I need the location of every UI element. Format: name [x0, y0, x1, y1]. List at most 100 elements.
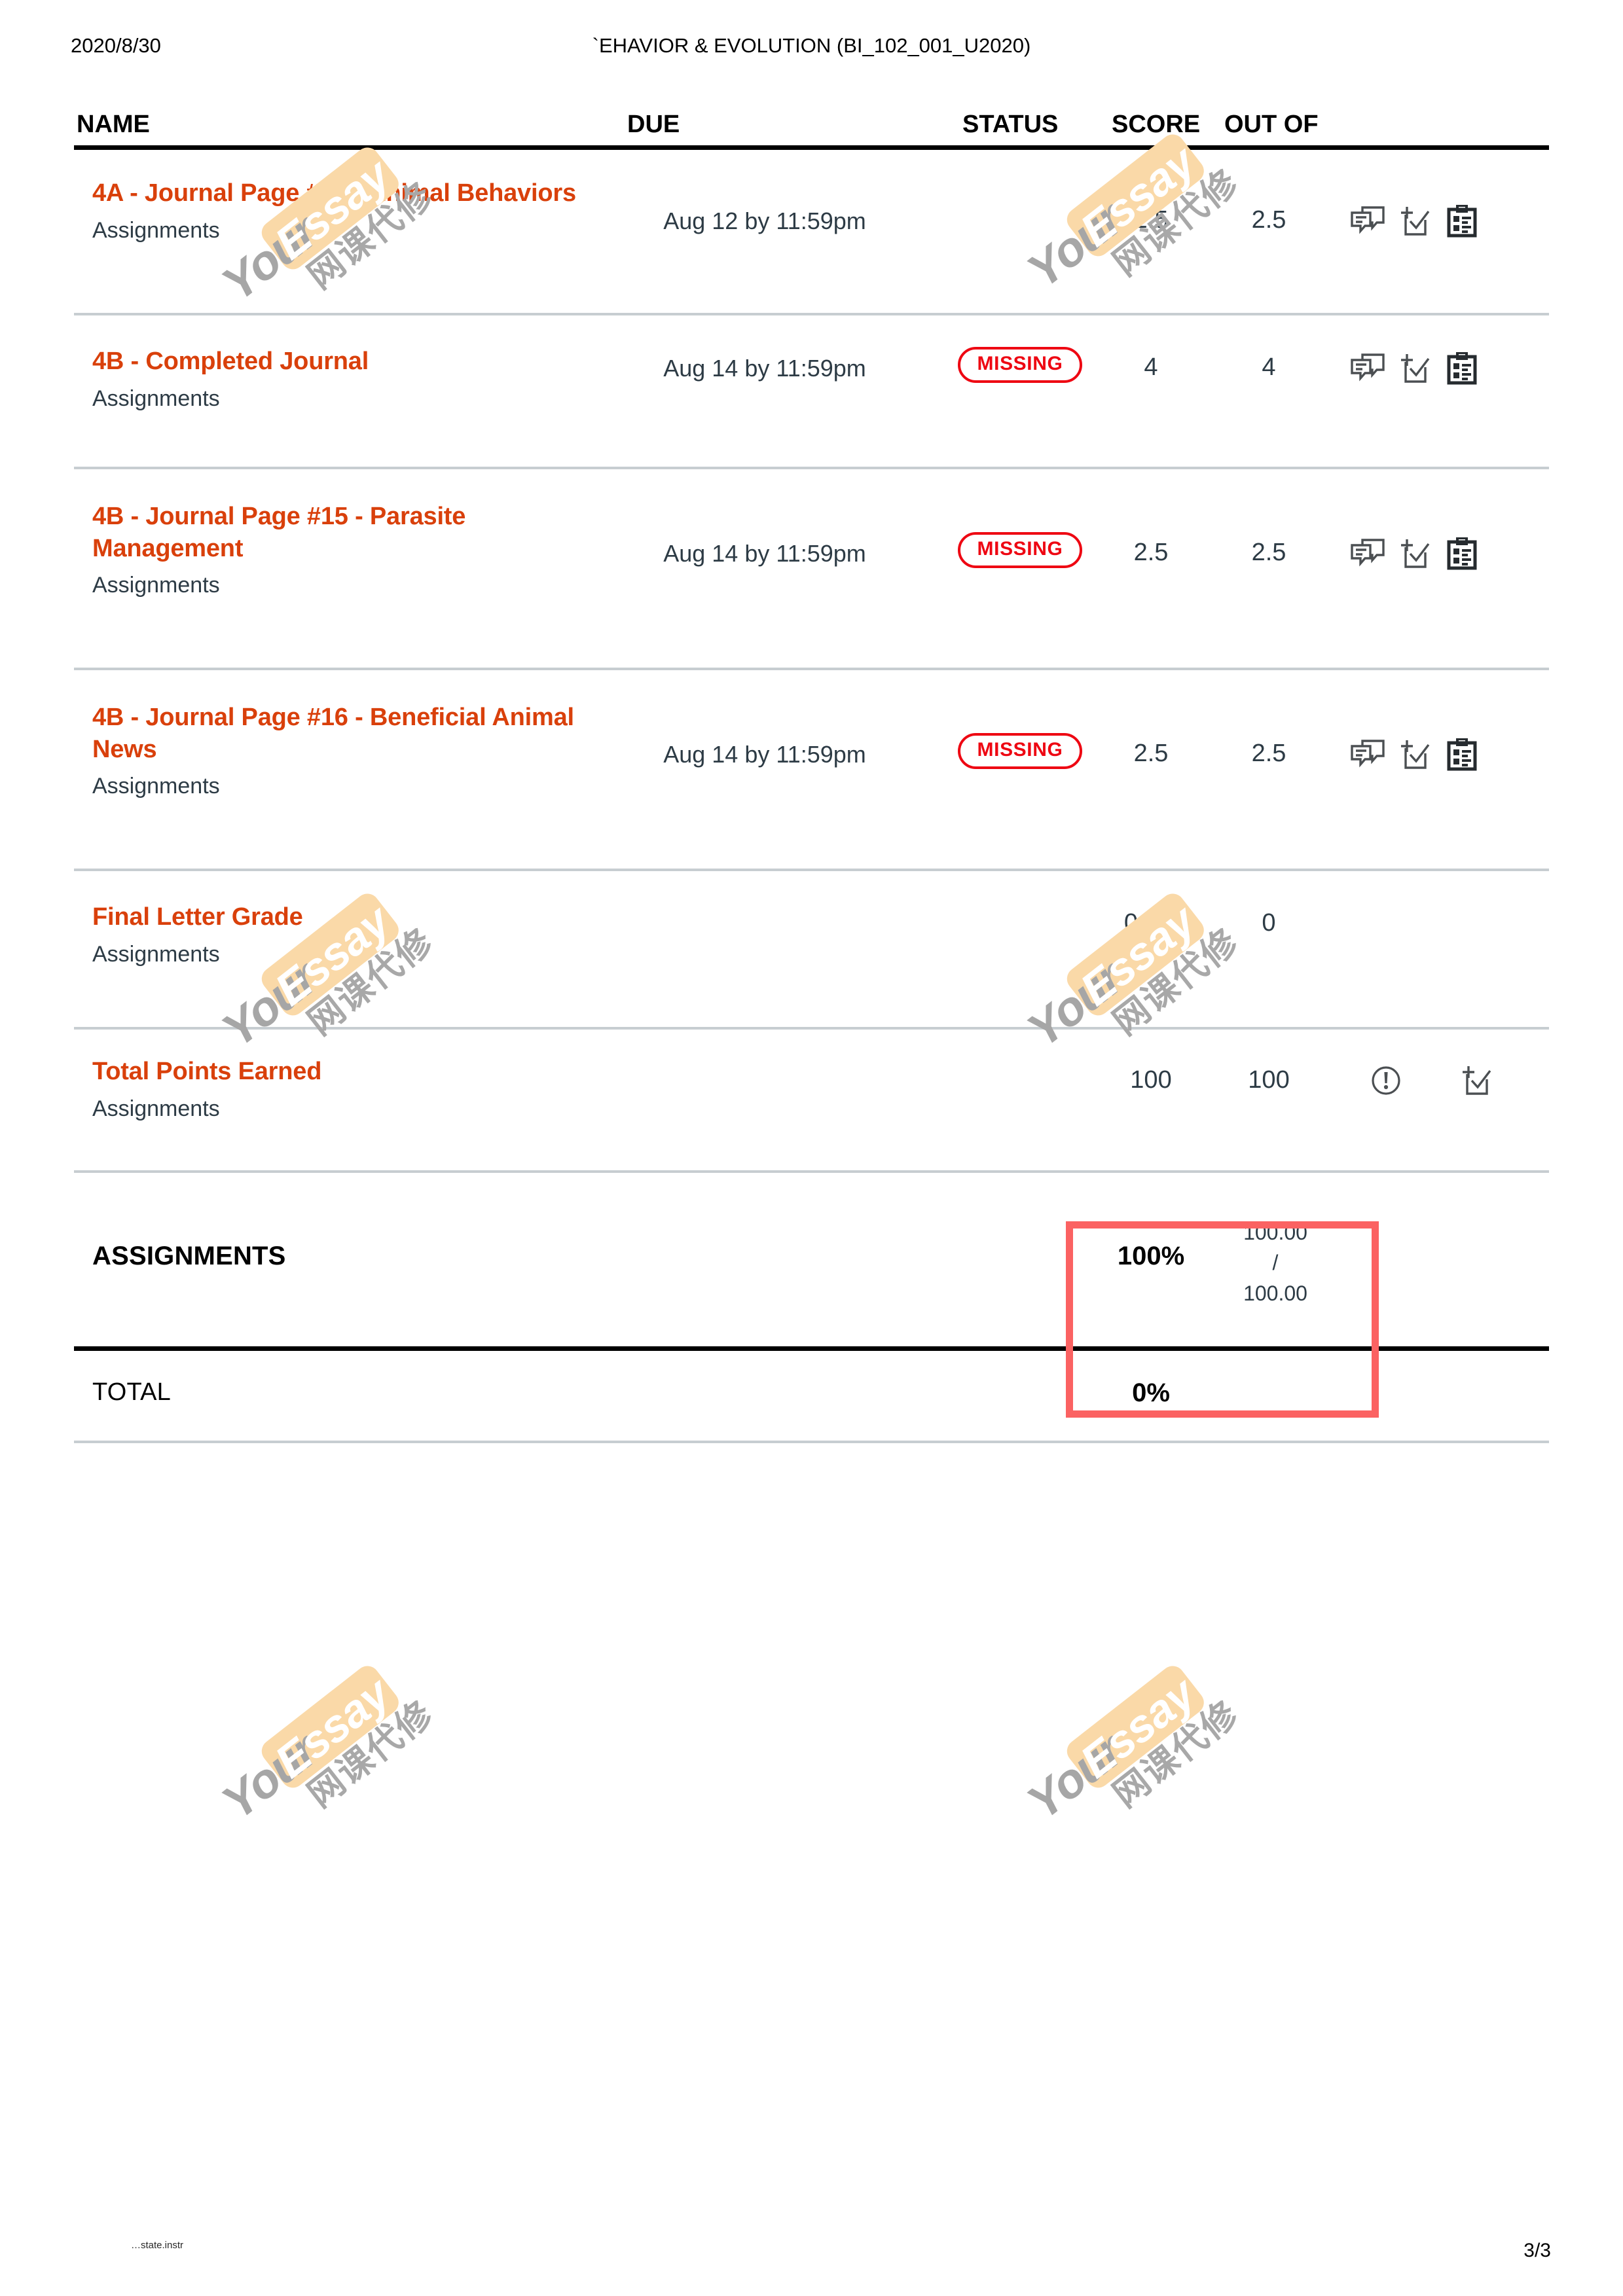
comment-icon[interactable] [1351, 740, 1385, 773]
watermark-plate [1062, 1661, 1209, 1793]
total-label: TOTAL [92, 1378, 171, 1406]
score-detail-icon[interactable] [1399, 538, 1432, 573]
group-points-earned: 100.00 [1243, 1221, 1307, 1244]
column-header-name: NAME [77, 111, 150, 138]
row-actions[interactable] [1351, 204, 1547, 241]
out-of-cell: 2.5 [1251, 539, 1286, 566]
assignment-group-label: Assignments [92, 386, 220, 411]
header-rule [74, 145, 1549, 150]
table-row[interactable]: 4B - Journal Page #16 - Beneficial Anima… [74, 670, 1549, 869]
bottom-divider [74, 1441, 1549, 1443]
comment-icon[interactable] [1351, 539, 1385, 572]
rubric-icon[interactable] [1446, 204, 1478, 241]
assignment-group-label: Assignments [92, 1096, 220, 1121]
status-badge: MISSING [957, 532, 1083, 568]
out-of-cell: 2.5 [1251, 206, 1286, 234]
group-summary-label: ASSIGNMENTS [92, 1242, 286, 1270]
assignment-name-cell[interactable]: Final Letter Grade Assignments [92, 901, 610, 967]
grades-table: NAME DUE STATUS SCORE OUT OF 4A - Journa… [74, 98, 1549, 1443]
assignment-group-label: Assignments [92, 941, 220, 967]
score-cell: 2.5 [1133, 740, 1169, 767]
assignment-name-cell[interactable]: 4B - Journal Page #16 - Beneficial Anima… [92, 702, 610, 800]
due-date-cell: Aug 14 by 11:59pm [663, 355, 866, 382]
assignment-title-link[interactable]: Total Points Earned [92, 1056, 610, 1088]
score-detail-icon[interactable] [1461, 1065, 1493, 1100]
table-header-row: NAME DUE STATUS SCORE OUT OF [74, 98, 1549, 145]
assignment-title-link[interactable]: 4A - Journal Page #14 - Animal Behaviors [92, 177, 610, 209]
table-row[interactable]: 4A - Journal Page #14 - Animal Behaviors… [74, 150, 1549, 313]
row-actions[interactable] [1370, 1065, 1567, 1100]
row-actions[interactable] [1351, 351, 1547, 388]
score-cell: 2.5 [1133, 206, 1169, 234]
total-rule [74, 1346, 1549, 1351]
score-detail-icon[interactable] [1399, 739, 1432, 774]
out-of-cell: 0 [1262, 909, 1276, 937]
page-header: 2020/8/30 `EHAVIOR & EVOLUTION (BI_102_0… [0, 34, 1623, 67]
group-summary-percent: 100% [1117, 1242, 1185, 1270]
rubric-icon[interactable] [1446, 738, 1478, 774]
group-points-possible: 100.00 [1243, 1281, 1307, 1305]
assignment-title-link[interactable]: 4B - Completed Journal [92, 346, 610, 378]
status-badge: MISSING [957, 733, 1083, 769]
total-percent: 0% [1132, 1378, 1170, 1407]
assignment-group-label: Assignments [92, 573, 220, 598]
assignment-name-cell[interactable]: 4A - Journal Page #14 - Animal Behaviors… [92, 177, 610, 243]
comment-icon[interactable] [1351, 353, 1385, 387]
total-row: TOTAL 0% [74, 1351, 1549, 1441]
watermark: Your Essay 网课代修 [998, 1632, 1261, 1883]
page-footer: …state.instr 3/3 [0, 2240, 1623, 2279]
status-cell: MISSING [932, 347, 1108, 383]
row-actions[interactable] [1351, 738, 1547, 774]
course-title: `EHAVIOR & EVOLUTION (BI_102_001_U2020) [592, 34, 1031, 57]
watermark-brand-second: Essay [265, 1668, 399, 1788]
assignment-title-link[interactable]: 4B - Journal Page #16 - Beneficial Anima… [92, 702, 610, 765]
row-actions[interactable] [1351, 537, 1547, 573]
watermark-cjk-text: 网课代修 [301, 1693, 441, 1815]
column-header-status: STATUS [962, 111, 1059, 138]
assignment-name-cell[interactable]: 4B - Completed Journal Assignments [92, 346, 610, 412]
score-cell: 4 [1144, 353, 1158, 381]
assignment-name-cell[interactable]: 4B - Journal Page #15 - Parasite Managem… [92, 501, 610, 599]
assignment-name-cell[interactable]: Total Points Earned Assignments [92, 1056, 610, 1122]
rubric-icon[interactable] [1446, 351, 1478, 388]
group-points-divider: / [1272, 1251, 1279, 1275]
table-row[interactable]: 4B - Journal Page #15 - Parasite Managem… [74, 469, 1549, 668]
assignment-group-label: Assignments [92, 774, 220, 799]
status-cell: MISSING [932, 532, 1108, 568]
status-badge: MISSING [957, 347, 1083, 383]
watermark-brand-first: Your [211, 1723, 327, 1830]
status-cell: MISSING [932, 733, 1108, 769]
column-header-due: DUE [627, 111, 680, 138]
assignment-title-link[interactable]: 4B - Journal Page #15 - Parasite Managem… [92, 501, 610, 564]
score-detail-icon[interactable] [1399, 206, 1432, 240]
due-date-cell: Aug 12 by 11:59pm [663, 207, 866, 234]
footer-url: …state.instr [131, 2240, 184, 2249]
warning-icon[interactable] [1370, 1065, 1402, 1100]
footer-page-number: 3/3 [1523, 2240, 1551, 2261]
out-of-cell: 2.5 [1251, 740, 1286, 767]
assignment-group-label: Assignments [92, 217, 220, 243]
comment-icon[interactable] [1351, 206, 1385, 240]
watermark-cjk-text: 网课代修 [1106, 1693, 1246, 1815]
out-of-cell: 100 [1248, 1066, 1290, 1094]
table-row[interactable]: 4B - Completed Journal Assignments Aug 1… [74, 315, 1549, 467]
watermark-plate [257, 1661, 404, 1793]
watermark: Your Essay 网课代修 [192, 1632, 456, 1883]
score-detail-icon[interactable] [1399, 353, 1432, 387]
score-cell: 100 [1130, 1066, 1172, 1094]
group-summary-fraction: 100.00 / 100.00 [1213, 1217, 1338, 1308]
watermark-brand-first: Your [1017, 1723, 1132, 1830]
watermark-brand-second: Essay [1070, 1668, 1205, 1788]
table-row[interactable]: Final Letter Grade Assignments 0 (A) 0 [74, 871, 1549, 1027]
assignment-title-link[interactable]: Final Letter Grade [92, 901, 610, 933]
due-date-cell: Aug 14 by 11:59pm [663, 540, 866, 567]
group-summary-row: ASSIGNMENTS 100% 100.00 / 100.00 [74, 1173, 1549, 1346]
score-cell: 0 (A) [1123, 909, 1178, 937]
column-header-out-of: OUT OF [1224, 111, 1319, 138]
out-of-cell: 4 [1262, 353, 1276, 381]
column-header-score: SCORE [1112, 111, 1201, 138]
score-cell: 2.5 [1133, 539, 1169, 566]
rubric-icon[interactable] [1446, 537, 1478, 573]
due-date-cell: Aug 14 by 11:59pm [663, 741, 866, 768]
table-row[interactable]: Total Points Earned Assignments 100 100 [74, 1030, 1549, 1170]
